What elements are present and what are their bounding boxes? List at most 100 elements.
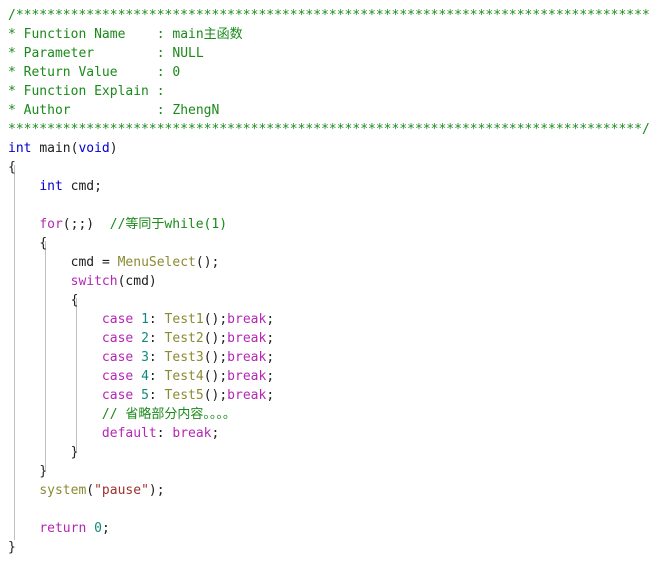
brace-close-main: } xyxy=(8,540,16,555)
header-sep-return-value: : xyxy=(156,65,165,80)
keyword-break-1: break xyxy=(227,312,267,327)
function-test1: Test1 xyxy=(164,312,204,327)
code-line-header-function-name: * Function Name : main主函数 xyxy=(0,25,662,44)
identifier-cmd-declaration: cmd xyxy=(70,179,95,194)
code-line-declaration-cmd: int cmd; xyxy=(0,177,662,196)
header-sep-author: : xyxy=(156,103,165,118)
header-value-author: ZhengN xyxy=(172,103,220,118)
call-args-test3: (); xyxy=(203,350,228,365)
call-args-test2: (); xyxy=(203,331,228,346)
header-sep-function-name: : xyxy=(156,27,165,42)
code-line-switch: switch(cmd) xyxy=(0,272,662,291)
case-value-3: 3 xyxy=(141,350,149,365)
code-line-comment-rule-bottom: ****************************************… xyxy=(0,120,662,139)
comment-rule-top: /***************************************… xyxy=(8,8,650,23)
keyword-for: for xyxy=(39,217,63,232)
call-args-menuselect: (); xyxy=(195,255,220,270)
code-line-case-1: case 1: Test1();break; xyxy=(0,310,662,329)
call-args-test4: (); xyxy=(203,369,228,384)
keyword-break-5: break xyxy=(227,388,267,403)
switch-paren-close: ) xyxy=(148,274,157,289)
header-label-return-value: Return Value xyxy=(23,65,118,80)
code-line-case-3: case 3: Test3();break; xyxy=(0,348,662,367)
comment-star: * xyxy=(8,84,16,99)
semicolon-break-1: ; xyxy=(266,312,275,327)
keyword-case-4: case xyxy=(101,369,134,384)
header-label-parameter: Parameter xyxy=(23,46,95,61)
brace-open-main: { xyxy=(8,160,16,175)
brace-open-for: { xyxy=(39,236,48,251)
comment-for-equivalent-while: //等同于while(1) xyxy=(109,217,228,232)
header-label-function-explain: Function Explain xyxy=(23,84,149,99)
comment-star: * xyxy=(8,27,16,42)
case-value-5: 5 xyxy=(141,388,149,403)
comment-omitted-content: // 省略部分内容。。。。 xyxy=(101,407,236,422)
code-line-system-pause: system("pause"); xyxy=(0,481,662,500)
code-line-default-case: default: break; xyxy=(0,424,662,443)
case-colon-2: : xyxy=(148,331,157,346)
keyword-switch: switch xyxy=(70,274,118,289)
semicolon-return: ; xyxy=(101,521,110,536)
comment-star: * xyxy=(8,65,16,80)
header-sep-parameter: : xyxy=(156,46,165,61)
code-line-header-return-value: * Return Value : 0 xyxy=(0,63,662,82)
keyword-case-2: case xyxy=(101,331,134,346)
call-args-test5: (); xyxy=(203,388,228,403)
keyword-default: default xyxy=(101,426,157,441)
brace-open-switch: { xyxy=(70,293,79,308)
code-line-switch-brace-open: { xyxy=(0,291,662,310)
string-literal-pause: "pause" xyxy=(94,483,149,498)
header-value-return-value: 0 xyxy=(172,65,181,80)
operator-assign: = xyxy=(101,255,110,270)
function-test3: Test3 xyxy=(164,350,204,365)
identifier-main: main xyxy=(39,141,71,156)
keyword-return: return xyxy=(39,521,87,536)
semicolon-declaration: ; xyxy=(94,179,102,194)
semicolon-break-3: ; xyxy=(266,350,275,365)
keyword-void-param: void xyxy=(78,141,110,156)
identifier-cmd-lhs: cmd xyxy=(70,255,95,270)
code-line-switch-brace-close: } xyxy=(0,443,662,462)
comment-star: * xyxy=(8,103,16,118)
case-colon-4: : xyxy=(148,369,157,384)
case-colon-3: : xyxy=(148,350,157,365)
comment-rule-bottom: ****************************************… xyxy=(8,122,650,137)
code-line-blank-2 xyxy=(0,500,662,519)
return-value-0: 0 xyxy=(94,521,102,536)
code-line-main-brace-close: } xyxy=(0,538,662,557)
semicolon-break-5: ; xyxy=(266,388,275,403)
keyword-break-2: break xyxy=(227,331,267,346)
code-line-case-5: case 5: Test5();break; xyxy=(0,386,662,405)
semicolon-break-2: ; xyxy=(266,331,275,346)
code-line-comment-rule-top: /***************************************… xyxy=(0,6,662,25)
header-sep-function-explain: : xyxy=(156,84,165,99)
case-colon-1: : xyxy=(148,312,157,327)
identifier-cmd-switch-expr: cmd xyxy=(125,274,149,289)
keyword-break-4: break xyxy=(227,369,267,384)
header-label-author: Author xyxy=(23,103,71,118)
code-line-header-parameter: * Parameter : NULL xyxy=(0,44,662,63)
paren-close: ) xyxy=(109,141,118,156)
keyword-break-default: break xyxy=(172,426,212,441)
case-value-2: 2 xyxy=(141,331,149,346)
code-line-case-2: case 2: Test2();break; xyxy=(0,329,662,348)
for-clause: (;;) xyxy=(62,217,95,232)
default-colon: : xyxy=(156,426,165,441)
keyword-int-return-type: int xyxy=(8,141,32,156)
source-code[interactable]: /***************************************… xyxy=(0,0,662,557)
code-line-main-brace-open: { xyxy=(0,158,662,177)
code-line-main-signature: int main(void) xyxy=(0,139,662,158)
header-label-function-name: Function Name xyxy=(23,27,126,42)
code-line-header-function-explain: * Function Explain : xyxy=(0,82,662,101)
code-line-for-loop: for(;;) //等同于while(1) xyxy=(0,215,662,234)
code-line-assign-menuselect: cmd = MenuSelect(); xyxy=(0,253,662,272)
code-line-omitted-comment: // 省略部分内容。。。。 xyxy=(0,405,662,424)
keyword-break-3: break xyxy=(227,350,267,365)
code-editor-pane[interactable]: /***************************************… xyxy=(0,0,662,571)
keyword-case-5: case xyxy=(101,388,134,403)
semicolon-break-4: ; xyxy=(266,369,275,384)
keyword-case-3: case xyxy=(101,350,134,365)
code-line-return: return 0; xyxy=(0,519,662,538)
keyword-case-1: case xyxy=(101,312,134,327)
case-value-1: 1 xyxy=(141,312,149,327)
